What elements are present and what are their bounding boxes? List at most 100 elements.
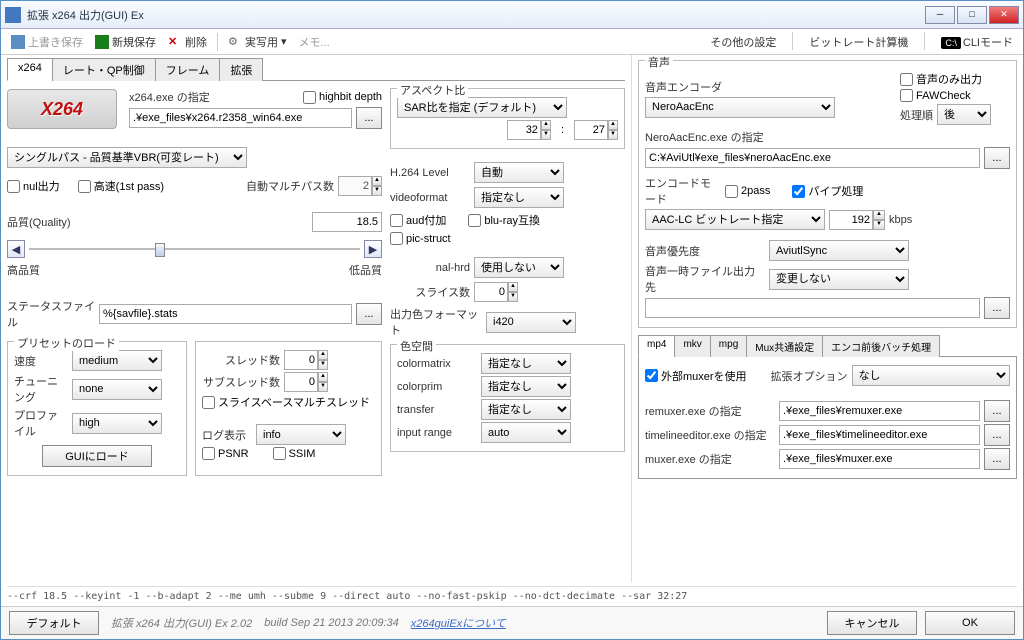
rate-mode-combo[interactable]: シングルパス - 品質基準VBR(可変レート) [7,147,247,168]
new-save-button[interactable]: 新規保存 [91,32,160,52]
inputrange-combo[interactable]: auto [481,422,571,443]
muxer-browse[interactable]: ... [984,448,1010,470]
psnr-checkbox[interactable]: PSNR [202,447,249,460]
quality-right-arrow[interactable]: ▶ [364,240,382,258]
x264exe-path[interactable] [129,108,352,128]
timelineeditor-path[interactable] [779,425,980,445]
default-button[interactable]: デフォルト [9,611,99,635]
close-button[interactable]: ✕ [989,6,1019,24]
2pass-checkbox[interactable]: 2pass [725,185,770,198]
tune-combo[interactable]: none [72,379,162,400]
remuxer-path[interactable] [779,401,980,421]
automulti-label: 自動マルチパス数 [246,178,334,194]
minimize-button[interactable]: ─ [925,6,955,24]
automulti-spin[interactable]: ▲▼ [338,176,382,196]
nul-checkbox[interactable]: nul出力 [7,178,60,194]
other-settings-button[interactable]: その他の設定 [706,32,780,52]
audio-only-checkbox[interactable]: 音声のみ出力 [900,71,982,87]
quality-input[interactable] [312,212,382,232]
main-tabs: x264 レート・QP制御 フレーム 拡張 [7,57,625,81]
footer-build: build Sep 21 2013 20:09:34 [264,617,399,629]
color-title: 色空間 [397,338,436,354]
nalhrd-combo[interactable]: 使用しない [474,257,564,278]
colorprim-combo[interactable]: 指定なし [481,376,571,397]
stats-input[interactable] [99,304,352,324]
pipe-checkbox[interactable]: パイプ処理 [792,183,863,199]
aud-checkbox[interactable]: aud付加 [390,212,446,228]
bitrate-calc-button[interactable]: ビットレート計算機 [805,32,912,52]
window-title: 拡張 x264 出力(GUI) Ex [27,7,925,23]
cli-icon: C:\ [941,37,961,49]
ext-muxer-checkbox[interactable]: 外部muxerを使用 [645,368,747,384]
extopt-combo[interactable]: なし [852,365,1010,386]
audio-priority-combo[interactable]: AviutlSync [769,240,909,261]
fawcheck-checkbox[interactable]: FAWCheck [900,89,971,102]
outfmt-combo[interactable]: i420 [486,312,576,333]
audio-tmp-path[interactable] [645,298,980,318]
tab-x264[interactable]: x264 [7,58,53,81]
audio-bitrate-spin[interactable]: ▲▼ [829,210,885,230]
x264exe-browse-button[interactable]: ... [356,107,382,129]
audio-exe-browse[interactable]: ... [984,147,1010,169]
ssim-checkbox[interactable]: SSIM [273,447,316,460]
bluray-checkbox[interactable]: blu-ray互換 [468,212,540,228]
slice-spin[interactable]: ▲▼ [474,282,518,302]
gear-icon [228,35,242,49]
cancel-button[interactable]: キャンセル [827,611,917,635]
titlebar: 拡張 x264 出力(GUI) Ex ─ □ ✕ [1,1,1023,29]
preset-dropdown[interactable]: 実写用 ▾ [224,32,291,52]
tab-frame[interactable]: フレーム [155,58,221,81]
audio-order-combo[interactable]: 後 [937,104,991,125]
cli-mode-button[interactable]: C:\CLIモード [937,32,1017,52]
toolbar: 上書き保存 新規保存 削除 実写用 ▾ メモ... その他の設定 ビットレート計… [1,29,1023,55]
save-icon [11,35,25,49]
delete-button[interactable]: 削除 [164,32,211,52]
colormatrix-combo[interactable]: 指定なし [481,353,571,374]
gui-load-button[interactable]: GUIにロード [42,445,152,467]
audio-encmode-combo[interactable]: AAC-LC ビットレート指定 [645,209,825,230]
tab-batch[interactable]: エンコ前後バッチ処理 [822,335,940,357]
audio-encoder-combo[interactable]: NeroAacEnc [645,97,835,118]
audio-tmp-combo[interactable]: 変更しない [769,269,909,290]
picstruct-checkbox[interactable]: pic-struct [390,232,451,245]
stats-browse-button[interactable]: ... [356,303,382,325]
mux-tabs: mp4 mkv mpg Mux共通設定 エンコ前後バッチ処理 [638,334,1017,357]
tab-mp4[interactable]: mp4 [638,335,675,357]
aspect-w-spin[interactable]: ▲▼ [507,120,551,140]
slicethread-checkbox[interactable]: スライスベースマルチスレッド [202,394,370,410]
about-link[interactable]: x264guiExについて [411,615,506,631]
timelineeditor-browse[interactable]: ... [984,424,1010,446]
audio-exe-path[interactable] [645,148,980,168]
speed-combo[interactable]: medium [72,350,162,371]
profile-combo[interactable]: high [72,413,162,434]
quality-label: 品質(Quality) [7,214,71,230]
highbit-checkbox[interactable]: highbit depth [303,91,382,104]
level-combo[interactable]: 自動 [474,162,564,183]
muxer-path[interactable] [779,449,980,469]
delete-icon [168,35,182,49]
remuxer-browse[interactable]: ... [984,400,1010,422]
maximize-button[interactable]: □ [957,6,987,24]
save-button[interactable]: 上書き保存 [7,32,87,52]
tab-mkv[interactable]: mkv [674,335,710,357]
tab-mux-common[interactable]: Mux共通設定 [746,335,823,357]
quality-left-arrow[interactable]: ◀ [7,240,25,258]
command-line: --crf 18.5 --keyint -1 --b-adapt 2 --me … [7,586,1017,602]
ok-button[interactable]: OK [925,611,1015,635]
subthread-spin[interactable]: ▲▼ [284,372,328,392]
audio-tmp-browse[interactable]: ... [984,297,1010,319]
stats-label: ステータスファイル [7,298,95,330]
memo-button[interactable]: メモ... [295,32,334,52]
thread-spin[interactable]: ▲▼ [284,350,328,370]
log-combo[interactable]: info [256,424,346,445]
quality-slider[interactable] [29,240,360,258]
transfer-combo[interactable]: 指定なし [481,399,571,420]
fast-checkbox[interactable]: 高速(1st pass) [78,178,164,194]
tab-mpg[interactable]: mpg [710,335,747,357]
aspect-mode-combo[interactable]: SAR比を指定 (デフォルト) [397,97,567,118]
videoformat-combo[interactable]: 指定なし [474,187,564,208]
tab-rate[interactable]: レート・QP制御 [52,58,156,81]
aspect-h-spin[interactable]: ▲▼ [574,120,618,140]
x264exe-label: x264.exe の指定 [129,89,210,105]
tab-ext[interactable]: 拡張 [219,58,263,81]
